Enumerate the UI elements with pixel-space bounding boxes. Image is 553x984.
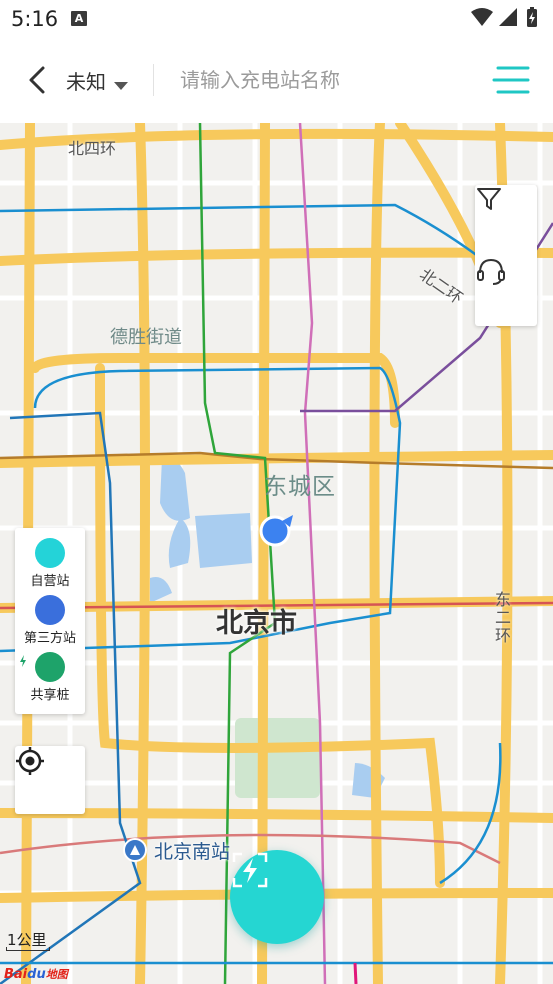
map-label-north-4th-ring: 北四环 — [68, 139, 117, 158]
filter-button[interactable] — [475, 185, 537, 255]
lightning-icon — [18, 538, 65, 568]
signal-icon — [499, 8, 517, 26]
notification-icon: A — [71, 11, 87, 26]
map-label-beijing: 北京市 — [216, 608, 297, 639]
headset-icon — [477, 258, 505, 285]
status-icons — [469, 6, 545, 32]
list-menu-button[interactable] — [492, 65, 530, 95]
map-label-beijing-south: 北京南站 — [154, 841, 231, 863]
locate-target-icon — [16, 747, 44, 775]
legend-label: 共享桩 — [30, 688, 70, 703]
legend-label: 第三方站 — [23, 631, 76, 646]
filter-icon — [477, 188, 501, 210]
top-bar: 未知 — [0, 38, 553, 123]
battery-icon — [527, 7, 537, 27]
status-bar: 5:16 A — [0, 0, 553, 38]
lightning-icon — [18, 595, 65, 625]
charge-scan-button[interactable] — [230, 850, 324, 944]
status-time: 5:16 — [11, 7, 59, 31]
map-label-desheng: 德胜街道 — [110, 327, 182, 348]
wifi-icon — [471, 8, 493, 26]
baidu-map-logo: Baidu地图 — [4, 967, 68, 982]
map-view[interactable]: 北四环 德胜街道 东城区 北京市 北二环 东二环 北京南站 自营站 第三方站 共… — [0, 123, 553, 984]
city-label: 未知 — [66, 70, 106, 94]
legend-label: 自营站 — [30, 574, 70, 589]
back-button[interactable] — [24, 64, 52, 96]
map-scale-bar — [6, 947, 50, 951]
charging-pile-icon — [17, 652, 65, 682]
caret-down-icon — [114, 72, 128, 96]
map-side-tools — [475, 185, 537, 326]
divider — [153, 64, 154, 96]
map-label-dongcheng: 东城区 — [264, 474, 336, 500]
list-menu-icon — [492, 66, 530, 94]
legend-shared-pile[interactable]: 共享桩 — [15, 652, 85, 703]
lightning-scan-icon — [232, 852, 268, 888]
search-input[interactable] — [170, 60, 490, 100]
station-legend: 自营站 第三方站 共享桩 — [15, 528, 85, 714]
legend-self-operated[interactable]: 自营站 — [15, 538, 85, 589]
city-select[interactable]: 未知 — [66, 66, 128, 96]
current-location-marker — [259, 515, 293, 547]
customer-service-button[interactable] — [475, 256, 537, 326]
legend-third-party[interactable]: 第三方站 — [15, 595, 85, 646]
chevron-left-icon — [29, 66, 45, 94]
map-label-east-2nd-ring: 东二环 — [494, 590, 511, 645]
locate-button[interactable] — [15, 746, 85, 814]
railway-station-icon — [123, 838, 147, 862]
